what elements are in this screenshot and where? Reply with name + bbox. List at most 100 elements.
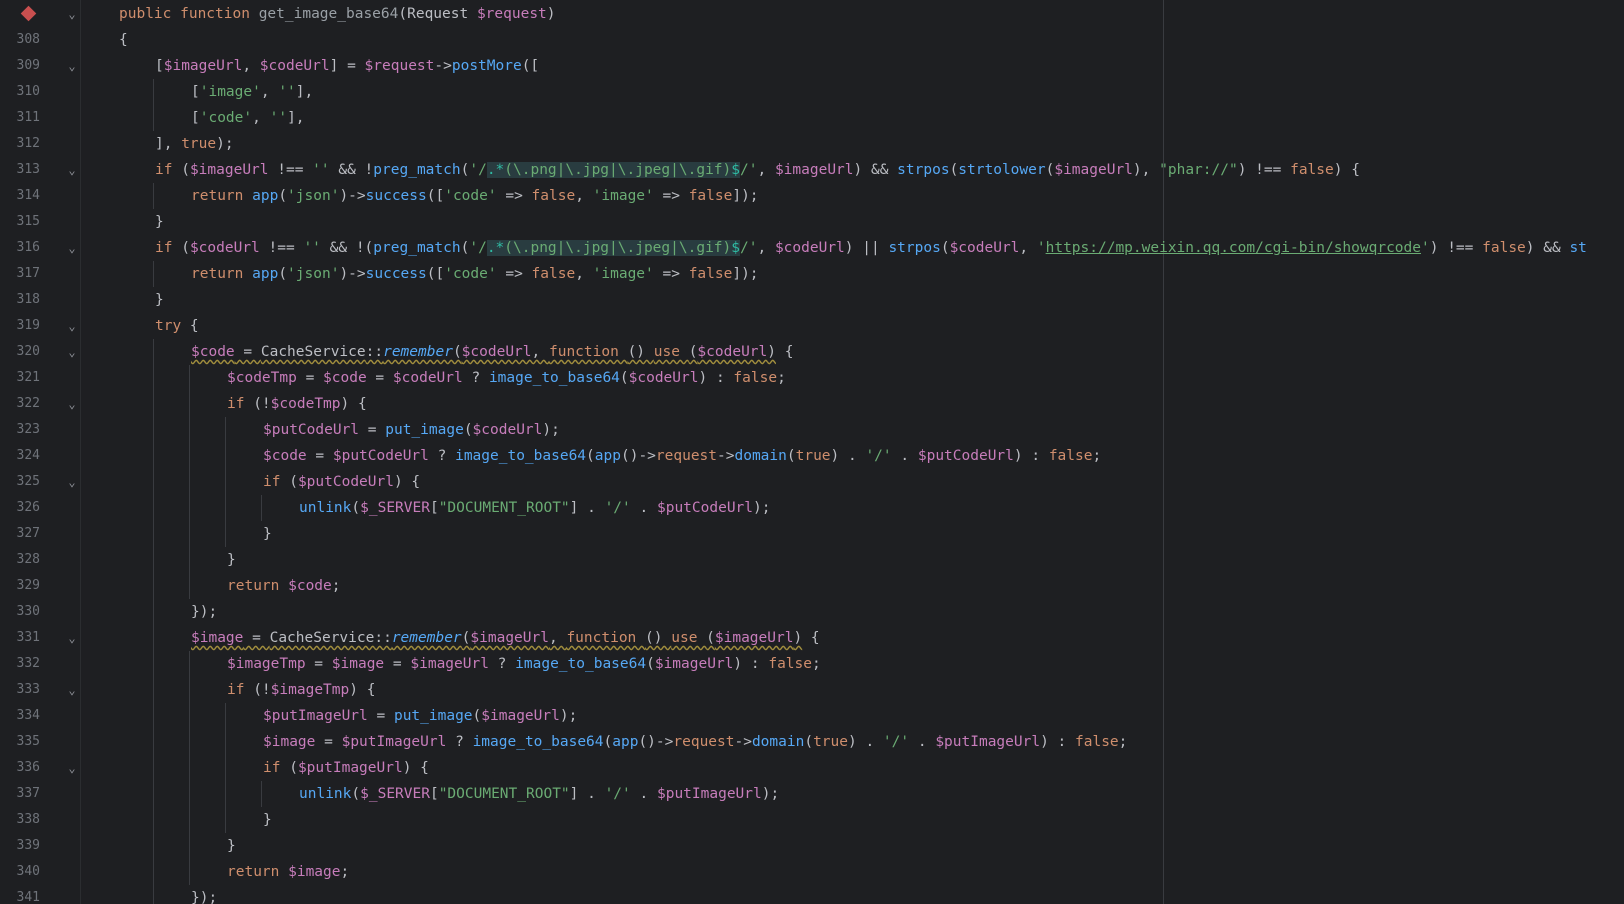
code-text[interactable]: $code = $putCodeUrl ? image_to_base64(ap… (263, 443, 1101, 469)
code-line[interactable]: 322 ⌄ if (!$codeTmp) { (0, 391, 1624, 417)
code-text[interactable]: try { (155, 313, 199, 339)
code-line[interactable]: 316 ⌄ if ($codeUrl !== '' && !(preg_match(… (0, 235, 1624, 261)
code-line[interactable]: 326 unlink($_SERVER["DOCUMENT_ROOT"] . '/… (0, 495, 1624, 521)
code-text[interactable]: { (119, 27, 128, 53)
code-line[interactable]: 317 return app('json')->success(['code' =… (0, 261, 1624, 287)
code-line[interactable]: 309 ⌄ [$imageUrl, $codeUrl] = $request->po… (0, 53, 1624, 79)
code-line[interactable]: 337 unlink($_SERVER["DOCUMENT_ROOT"] . '/… (0, 781, 1624, 807)
code-text[interactable]: if ($putCodeUrl) { (263, 469, 420, 495)
fold-chevron-icon[interactable]: ⌄ (65, 235, 79, 261)
line-number[interactable]: 324 (0, 443, 40, 469)
line-number[interactable]: 311 (0, 105, 40, 131)
line-number[interactable]: 333 (0, 677, 40, 703)
code-line[interactable]: 323 $putCodeUrl = put_image($codeUrl); (0, 417, 1624, 443)
code-text[interactable]: if (!$codeTmp) { (227, 391, 367, 417)
code-text[interactable]: $image = CacheService::remember($imageUr… (191, 625, 820, 651)
line-number[interactable]: 334 (0, 703, 40, 729)
code-text[interactable]: public function get_image_base64(Request… (119, 1, 556, 27)
code-text[interactable]: ['image', ''], (191, 79, 313, 105)
code-line[interactable]: 338} (0, 807, 1624, 833)
line-number[interactable]: 325 (0, 469, 40, 495)
code-text[interactable]: [$imageUrl, $codeUrl] = $request->postMo… (155, 53, 539, 79)
code-text[interactable]: ], true); (155, 131, 234, 157)
code-line[interactable]: 329 return $code; (0, 573, 1624, 599)
line-number[interactable]: 335 (0, 729, 40, 755)
code-token[interactable]: https://mp.weixin.qq.com/cgi-bin/showqrc… (1046, 240, 1421, 256)
code-line[interactable]: 339} (0, 833, 1624, 859)
code-line[interactable]: 320 ⌄ $code = CacheService::remember($code… (0, 339, 1624, 365)
code-text[interactable]: $putImageUrl = put_image($imageUrl); (263, 703, 577, 729)
code-text[interactable]: $image = $putImageUrl ? image_to_base64(… (263, 729, 1127, 755)
line-number[interactable]: 323 (0, 417, 40, 443)
code-text[interactable]: unlink($_SERVER["DOCUMENT_ROOT"] . '/' .… (299, 495, 770, 521)
line-number[interactable]: 336 (0, 755, 40, 781)
code-line[interactable]: 330}); (0, 599, 1624, 625)
code-line[interactable]: 321 $codeTmp = $code = $codeUrl ? image_t… (0, 365, 1624, 391)
line-number[interactable]: 331 (0, 625, 40, 651)
line-number[interactable]: 330 (0, 599, 40, 625)
code-text[interactable]: }); (191, 885, 217, 904)
code-text[interactable]: $putCodeUrl = put_image($codeUrl); (263, 417, 560, 443)
code-line[interactable]: 314 return app('json')->success(['code' =… (0, 183, 1624, 209)
line-number[interactable]: 309 (0, 53, 40, 79)
code-text[interactable]: }); (191, 599, 217, 625)
fold-chevron-icon[interactable]: ⌄ (65, 1, 79, 27)
line-number[interactable]: 320 (0, 339, 40, 365)
code-text[interactable]: $code = CacheService::remember($codeUrl,… (191, 339, 793, 365)
line-number[interactable]: 329 (0, 573, 40, 599)
code-line[interactable]: 310 ['image', ''], (0, 79, 1624, 105)
code-line[interactable]: 319 ⌄ try { (0, 313, 1624, 339)
fold-chevron-icon[interactable]: ⌄ (65, 755, 79, 781)
fold-chevron-icon[interactable]: ⌄ (65, 625, 79, 651)
code-line[interactable]: ⌄ public function get_image_base64(Reques… (0, 1, 1624, 27)
code-line[interactable]: 313 ⌄ if ($imageUrl !== '' && !preg_match(… (0, 157, 1624, 183)
code-text[interactable]: if ($putImageUrl) { (263, 755, 429, 781)
fold-chevron-icon[interactable]: ⌄ (65, 53, 79, 79)
line-number[interactable]: 326 (0, 495, 40, 521)
line-number[interactable]: 322 (0, 391, 40, 417)
fold-chevron-icon[interactable]: ⌄ (65, 469, 79, 495)
code-text[interactable]: ['code', ''], (191, 105, 305, 131)
code-text[interactable]: return app('json')->success(['code' => f… (191, 261, 759, 287)
code-line[interactable]: 324 $code = $putCodeUrl ? image_to_base64… (0, 443, 1624, 469)
code-line[interactable]: 327} (0, 521, 1624, 547)
code-text[interactable]: } (155, 209, 164, 235)
code-text[interactable]: } (263, 807, 272, 833)
code-text[interactable]: } (227, 547, 236, 573)
line-number[interactable]: 328 (0, 547, 40, 573)
code-line[interactable]: 336 ⌄ if ($putImageUrl) { (0, 755, 1624, 781)
code-editor[interactable]: ⌄ public function get_image_base64(Reques… (0, 0, 1624, 904)
code-text[interactable]: if ($imageUrl !== '' && !preg_match('/.*… (155, 157, 1360, 183)
line-number[interactable]: 312 (0, 131, 40, 157)
code-line[interactable]: 334 $putImageUrl = put_image($imageUrl); (0, 703, 1624, 729)
code-line[interactable]: 328} (0, 547, 1624, 573)
line-number[interactable]: 340 (0, 859, 40, 885)
line-number[interactable]: 317 (0, 261, 40, 287)
code-text[interactable]: } (227, 833, 236, 859)
line-number[interactable]: 315 (0, 209, 40, 235)
line-number[interactable]: 310 (0, 79, 40, 105)
fold-chevron-icon[interactable]: ⌄ (65, 677, 79, 703)
fold-chevron-icon[interactable]: ⌄ (65, 339, 79, 365)
code-text[interactable]: unlink($_SERVER["DOCUMENT_ROOT"] . '/' .… (299, 781, 779, 807)
code-line[interactable]: 331 ⌄ $image = CacheService::remember($ima… (0, 625, 1624, 651)
fold-chevron-icon[interactable]: ⌄ (65, 313, 79, 339)
code-text[interactable]: if (!$imageTmp) { (227, 677, 375, 703)
code-line[interactable]: 340 return $image; (0, 859, 1624, 885)
line-number[interactable]: 337 (0, 781, 40, 807)
code-text[interactable]: return $image; (227, 859, 349, 885)
code-line[interactable]: 308 { (0, 27, 1624, 53)
code-line[interactable]: 333 ⌄ if (!$imageTmp) { (0, 677, 1624, 703)
code-line[interactable]: 325 ⌄ if ($putCodeUrl) { (0, 469, 1624, 495)
code-line[interactable]: 315} (0, 209, 1624, 235)
line-number[interactable]: 327 (0, 521, 40, 547)
line-number[interactable]: 316 (0, 235, 40, 261)
line-number[interactable]: 332 (0, 651, 40, 677)
code-text[interactable]: return $code; (227, 573, 341, 599)
line-number[interactable]: 318 (0, 287, 40, 313)
line-number[interactable]: 341 (0, 885, 40, 904)
code-line[interactable]: 335 $image = $putImageUrl ? image_to_base… (0, 729, 1624, 755)
code-line[interactable]: 341}); (0, 885, 1624, 904)
line-number[interactable]: 308 (0, 27, 40, 53)
line-number[interactable]: 314 (0, 183, 40, 209)
